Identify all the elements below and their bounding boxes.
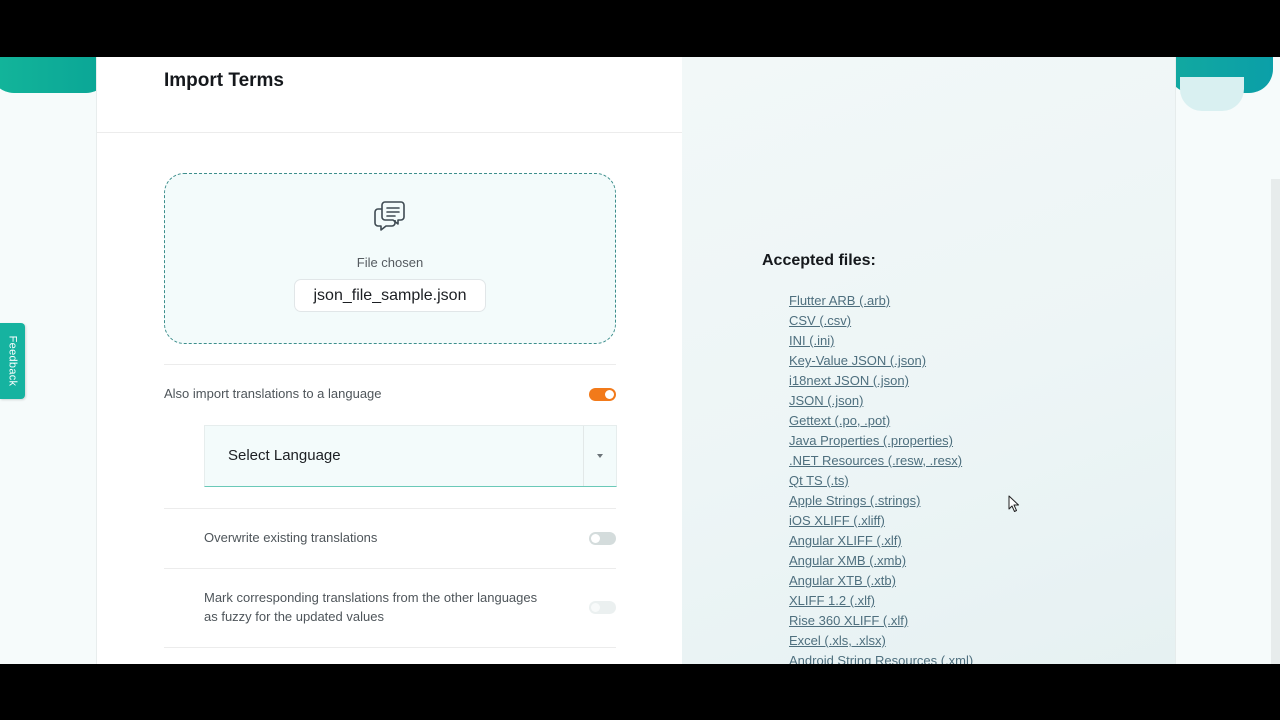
accepted-format-link[interactable]: Rise 360 XLIFF (.xlf) xyxy=(789,613,908,628)
select-separator xyxy=(583,426,584,486)
accepted-format-item: Flutter ARB (.arb) xyxy=(789,292,973,312)
accepted-format-item: iOS XLIFF (.xliff) xyxy=(789,512,973,532)
mark-fuzzy-label-line2: as fuzzy for the updated values xyxy=(204,609,384,624)
accepted-format-item: Angular XMB (.xmb) xyxy=(789,552,973,572)
divider xyxy=(164,647,616,648)
accepted-format-link[interactable]: Qt TS (.ts) xyxy=(789,473,849,488)
accepted-format-item: Java Properties (.properties) xyxy=(789,432,973,452)
file-chat-icon xyxy=(374,201,405,231)
mark-fuzzy-label-line1: Mark corresponding translations from the… xyxy=(204,590,538,605)
import-translations-toggle[interactable] xyxy=(589,388,616,401)
accepted-format-item: Apple Strings (.strings) xyxy=(789,492,973,512)
caret-down-icon xyxy=(597,454,603,458)
accepted-format-item: Excel (.xls, .xlsx) xyxy=(789,632,973,652)
overwrite-label: Overwrite existing translations xyxy=(204,530,378,545)
accepted-format-link[interactable]: Gettext (.po, .pot) xyxy=(789,413,890,428)
accepted-format-link[interactable]: Excel (.xls, .xlsx) xyxy=(789,633,886,648)
video-frame: Feedback Import Terms File chosen json_f… xyxy=(0,0,1280,720)
import-translations-label: Also import translations to a language xyxy=(164,386,382,401)
overwrite-toggle[interactable] xyxy=(589,532,616,545)
accepted-format-item: Key-Value JSON (.json) xyxy=(789,352,973,372)
accepted-format-link[interactable]: INI (.ini) xyxy=(789,333,835,348)
mouse-cursor-icon xyxy=(1008,495,1019,512)
divider xyxy=(164,508,616,509)
accepted-format-link[interactable]: Java Properties (.properties) xyxy=(789,433,953,448)
accepted-format-item: .NET Resources (.resw, .resx) xyxy=(789,452,973,472)
accepted-files-list: Flutter ARB (.arb) CSV (.csv) INI (.ini) Ke… xyxy=(789,292,973,664)
chosen-file-name: json_file_sample.json xyxy=(294,279,486,312)
accepted-format-item: JSON (.json) xyxy=(789,392,973,412)
accepted-format-link[interactable]: i18next JSON (.json) xyxy=(789,373,909,388)
accepted-format-link[interactable]: XLIFF 1.2 (.xlf) xyxy=(789,593,875,608)
accepted-format-item: XLIFF 1.2 (.xlf) xyxy=(789,592,973,612)
page-scrollbar[interactable] xyxy=(1271,179,1280,664)
header-teal-shape xyxy=(0,57,110,93)
accepted-files-title: Accepted files: xyxy=(762,252,876,269)
accepted-format-link[interactable]: Apple Strings (.strings) xyxy=(789,493,921,508)
accepted-format-item: CSV (.csv) xyxy=(789,312,973,332)
file-dropzone[interactable]: File chosen json_file_sample.json xyxy=(164,173,616,344)
accepted-format-link[interactable]: Angular XTB (.xtb) xyxy=(789,573,896,588)
accepted-format-item: Android String Resources (.xml) xyxy=(789,652,973,664)
accepted-format-link[interactable]: Angular XMB (.xmb) xyxy=(789,553,906,568)
toggle-knob xyxy=(591,534,600,543)
file-chosen-label: File chosen xyxy=(356,255,424,270)
feedback-label: Feedback xyxy=(6,335,19,387)
accepted-format-link[interactable]: CSV (.csv) xyxy=(789,313,851,328)
divider xyxy=(164,364,616,365)
import-panel: Import Terms File chosen json_file_sampl… xyxy=(96,57,683,664)
accepted-format-link[interactable]: iOS XLIFF (.xliff) xyxy=(789,513,885,528)
toggle-knob xyxy=(605,390,614,399)
accepted-format-link[interactable]: .NET Resources (.resw, .resx) xyxy=(789,453,962,468)
feedback-tab[interactable]: Feedback xyxy=(0,323,25,399)
accepted-files-panel: Accepted files: Flutter ARB (.arb) CSV (.… xyxy=(682,57,1176,664)
accepted-format-link[interactable]: Key-Value JSON (.json) xyxy=(789,353,926,368)
language-select[interactable]: Select Language xyxy=(204,425,617,487)
accepted-format-item: Rise 360 XLIFF (.xlf) xyxy=(789,612,973,632)
panel-title: Import Terms xyxy=(164,70,285,91)
accepted-format-item: Angular XLIFF (.xlf) xyxy=(789,532,973,552)
toggle-knob xyxy=(591,603,600,612)
app-viewport: Feedback Import Terms File chosen json_f… xyxy=(0,57,1280,664)
accepted-format-item: Qt TS (.ts) xyxy=(789,472,973,492)
accepted-format-item: Angular XTB (.xtb) xyxy=(789,572,973,592)
accepted-format-item: Gettext (.po, .pot) xyxy=(789,412,973,432)
accepted-format-link[interactable]: Angular XLIFF (.xlf) xyxy=(789,533,902,548)
header-soft-shape xyxy=(1180,77,1244,111)
accepted-format-item: i18next JSON (.json) xyxy=(789,372,973,392)
accepted-format-item: INI (.ini) xyxy=(789,332,973,352)
title-divider xyxy=(97,132,683,133)
accepted-format-link[interactable]: Flutter ARB (.arb) xyxy=(789,293,890,308)
accepted-format-link[interactable]: JSON (.json) xyxy=(789,393,863,408)
accepted-format-link[interactable]: Android String Resources (.xml) xyxy=(789,653,973,664)
language-select-value: Select Language xyxy=(228,447,341,464)
mark-fuzzy-toggle[interactable] xyxy=(589,601,616,614)
divider xyxy=(164,568,616,569)
